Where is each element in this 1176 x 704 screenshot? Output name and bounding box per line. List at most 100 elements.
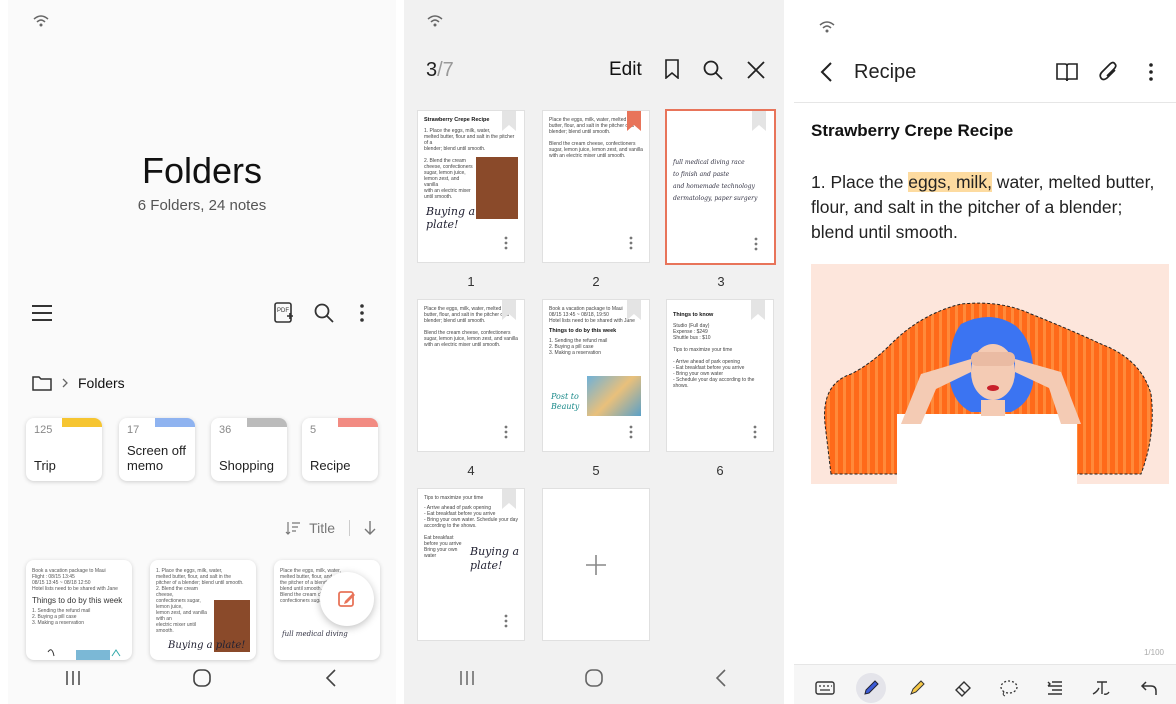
more-options-icon[interactable]: [504, 425, 508, 439]
edit-button[interactable]: Edit: [609, 59, 642, 81]
folder-card-screen-off-memo[interactable]: 17 Screen off memo: [119, 418, 195, 481]
undo-button[interactable]: [1134, 673, 1164, 703]
breadcrumb[interactable]: Folders: [32, 372, 125, 394]
page-thumbnail-1[interactable]: Strawberry Crepe Recipe 1. Place the egg…: [417, 110, 525, 263]
page-number: 1: [467, 274, 475, 289]
wifi-icon: [33, 15, 49, 27]
more-options-icon[interactable]: [629, 425, 633, 439]
search-icon[interactable]: [314, 303, 334, 323]
book-view-icon[interactable]: [1056, 62, 1078, 82]
folder-color-tab: [62, 418, 102, 427]
woman-covering-eyes-image: [824, 302, 1153, 484]
bookmark-icon: [751, 300, 765, 320]
note-photo[interactable]: [811, 264, 1169, 484]
page-thumbnail-4[interactable]: Place the eggs, milk, water, melted butt…: [417, 299, 525, 452]
search-icon[interactable]: [703, 60, 723, 80]
handwriting-line: dermatology, paper surgery: [673, 195, 758, 202]
current-page: 3: [426, 59, 438, 81]
page-number: 6: [716, 463, 724, 478]
note-line: Hotel lists need to be shared with Jane: [32, 586, 118, 592]
highlighter-button[interactable]: [902, 673, 932, 703]
back-icon: [715, 669, 726, 687]
page-thumbnail-7[interactable]: Tips to maximize your time - Arrive ahea…: [417, 488, 525, 641]
close-icon[interactable]: [747, 61, 765, 79]
more-options-icon[interactable]: [360, 304, 364, 322]
more-options-icon[interactable]: [754, 237, 758, 251]
attachment-icon[interactable]: [1099, 61, 1119, 83]
page-line: with an electric mixer until smooth.: [424, 342, 501, 348]
page-number: 4: [467, 463, 475, 478]
pen-button[interactable]: [856, 673, 886, 703]
page-thumbnail-5[interactable]: Book a vacation package to Maui 08/15 13…: [542, 299, 650, 452]
sort-direction-icon[interactable]: [364, 520, 376, 536]
total-pages: /7: [437, 59, 454, 81]
sort-icon[interactable]: [285, 521, 301, 535]
page-thumbnail-6[interactable]: Things to know Studio (Full day) Expense…: [666, 299, 774, 452]
divider: [349, 520, 350, 536]
folder-count: 17: [127, 424, 140, 436]
pen-toolbar: [794, 664, 1176, 704]
plus-icon: [586, 554, 606, 575]
more-options-icon[interactable]: [629, 236, 633, 250]
add-page-button[interactable]: [542, 488, 650, 641]
menu-icon[interactable]: [32, 304, 52, 322]
more-options-icon[interactable]: [504, 614, 508, 628]
handwriting: Buying a plate!: [168, 640, 246, 651]
page-line: according to the shows.: [424, 523, 477, 529]
pdf-add-icon[interactable]: PDF: [274, 302, 294, 324]
handwriting-line: full medical diving race: [673, 159, 745, 166]
new-note-button[interactable]: [320, 572, 374, 626]
bookmark-icon: [627, 300, 641, 320]
keyboard-button[interactable]: [810, 673, 840, 703]
handwriting: Buying a plate!: [426, 205, 476, 231]
more-options-icon[interactable]: [504, 236, 508, 250]
page-counter: 3/7: [426, 59, 454, 82]
svg-text:PDF: PDF: [277, 308, 289, 314]
page-thumbnail-2[interactable]: Place the eggs, milk, water, melted butt…: [542, 110, 650, 263]
home-button[interactable]: [182, 658, 222, 698]
pen-icon: [864, 680, 879, 695]
bookmark-icon: [502, 111, 516, 131]
folder-card-shopping[interactable]: 36 Shopping: [211, 418, 287, 481]
note-paragraph[interactable]: 1. Place the eggs, milk, water, melted b…: [811, 170, 1161, 245]
text-align-button[interactable]: [1040, 673, 1070, 703]
system-nav-bar: [8, 652, 396, 704]
recent-apps-button[interactable]: [447, 658, 487, 698]
folder-card-recipe[interactable]: 5 Recipe: [302, 418, 378, 481]
folder-name: Shopping: [219, 458, 274, 473]
page-line: until smooth.: [424, 194, 453, 200]
recent-apps-button[interactable]: [53, 658, 93, 698]
page-subtitle: 6 Folders, 24 notes: [137, 197, 267, 214]
page-line: Tips to maximize your time: [673, 347, 733, 353]
bookmark-icon[interactable]: [664, 59, 680, 79]
note-line: electric mixer until smooth.: [156, 622, 197, 634]
note-heading: Things to do by this week: [32, 596, 123, 605]
page-thumbnail-3[interactable]: full medical diving race to finish and p…: [665, 109, 776, 265]
eraser-button[interactable]: [948, 673, 978, 703]
breadcrumb-label: Folders: [78, 375, 125, 391]
folder-color-tab: [338, 418, 378, 427]
handwriting-text-icon: [1092, 681, 1110, 695]
lasso-button[interactable]: [994, 673, 1024, 703]
folder-card-trip[interactable]: 125 Trip: [26, 418, 102, 481]
note-heading[interactable]: Strawberry Crepe Recipe: [811, 121, 1013, 141]
text-align-icon: [1047, 681, 1062, 695]
more-options-icon[interactable]: [753, 425, 757, 439]
sort-label[interactable]: Title: [309, 520, 335, 536]
home-button[interactable]: [574, 658, 614, 698]
back-icon: [326, 669, 336, 687]
note-card[interactable]: 1. Place the eggs, milk, water, melted b…: [150, 560, 256, 660]
wifi-icon: [819, 21, 835, 33]
page-line: shows.: [673, 383, 689, 389]
folder-name: Trip: [34, 458, 56, 473]
back-button[interactable]: [311, 658, 351, 698]
pages-panel: 3/7 Edit Strawberry Crepe Recipe 1. Plac…: [404, 0, 784, 704]
keyboard-icon: [815, 681, 835, 695]
recent-apps-icon: [460, 671, 475, 685]
handwriting-text-button[interactable]: [1086, 673, 1116, 703]
back-arrow-icon[interactable]: [820, 62, 832, 82]
more-options-icon[interactable]: [1149, 63, 1153, 81]
back-button[interactable]: [701, 658, 741, 698]
handwriting: full medical diving: [282, 630, 348, 638]
note-card[interactable]: Book a vacation package to Maui Flight :…: [26, 560, 132, 660]
